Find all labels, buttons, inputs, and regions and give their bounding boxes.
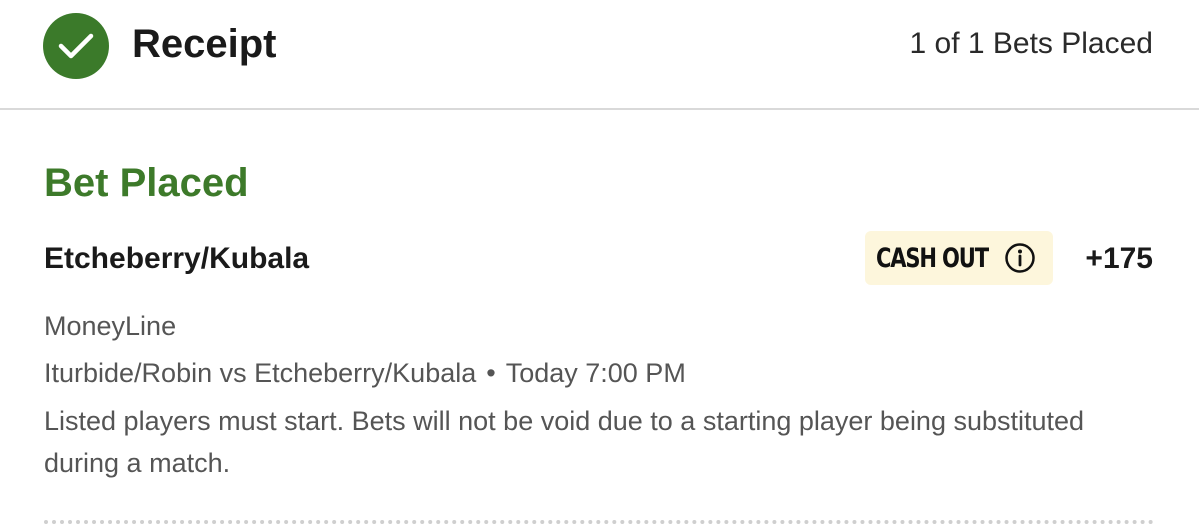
checkmark-circle-icon — [43, 13, 109, 79]
cash-out-label: CASH OUT — [876, 242, 989, 274]
dotted-divider — [44, 520, 1154, 524]
event-details: Iturbide/Robin vs Etcheberry/Kubala • Toda… — [44, 355, 686, 391]
event-matchup: Iturbide/Robin vs Etcheberry/Kubala — [44, 358, 477, 388]
event-time: Today 7:00 PM — [505, 358, 686, 388]
cash-out-button[interactable]: CASH OUT — [865, 231, 1053, 285]
bets-placed-count: 1 of 1 Bets Placed — [909, 27, 1154, 60]
info-icon[interactable] — [1004, 242, 1036, 274]
bet-rules-text: Listed players must start. Bets will not… — [44, 406, 1085, 478]
receipt-title: Receipt — [132, 22, 277, 66]
bet-status: Bet Placed — [44, 161, 249, 205]
event-separator: • — [486, 358, 496, 388]
bet-odds: +175 — [1085, 242, 1153, 275]
market-type: MoneyLine — [44, 311, 177, 341]
receipt-header: Receipt 1 of 1 Bets Placed — [0, 0, 1199, 110]
bet-selection: Etcheberry/Kubala — [44, 242, 310, 275]
